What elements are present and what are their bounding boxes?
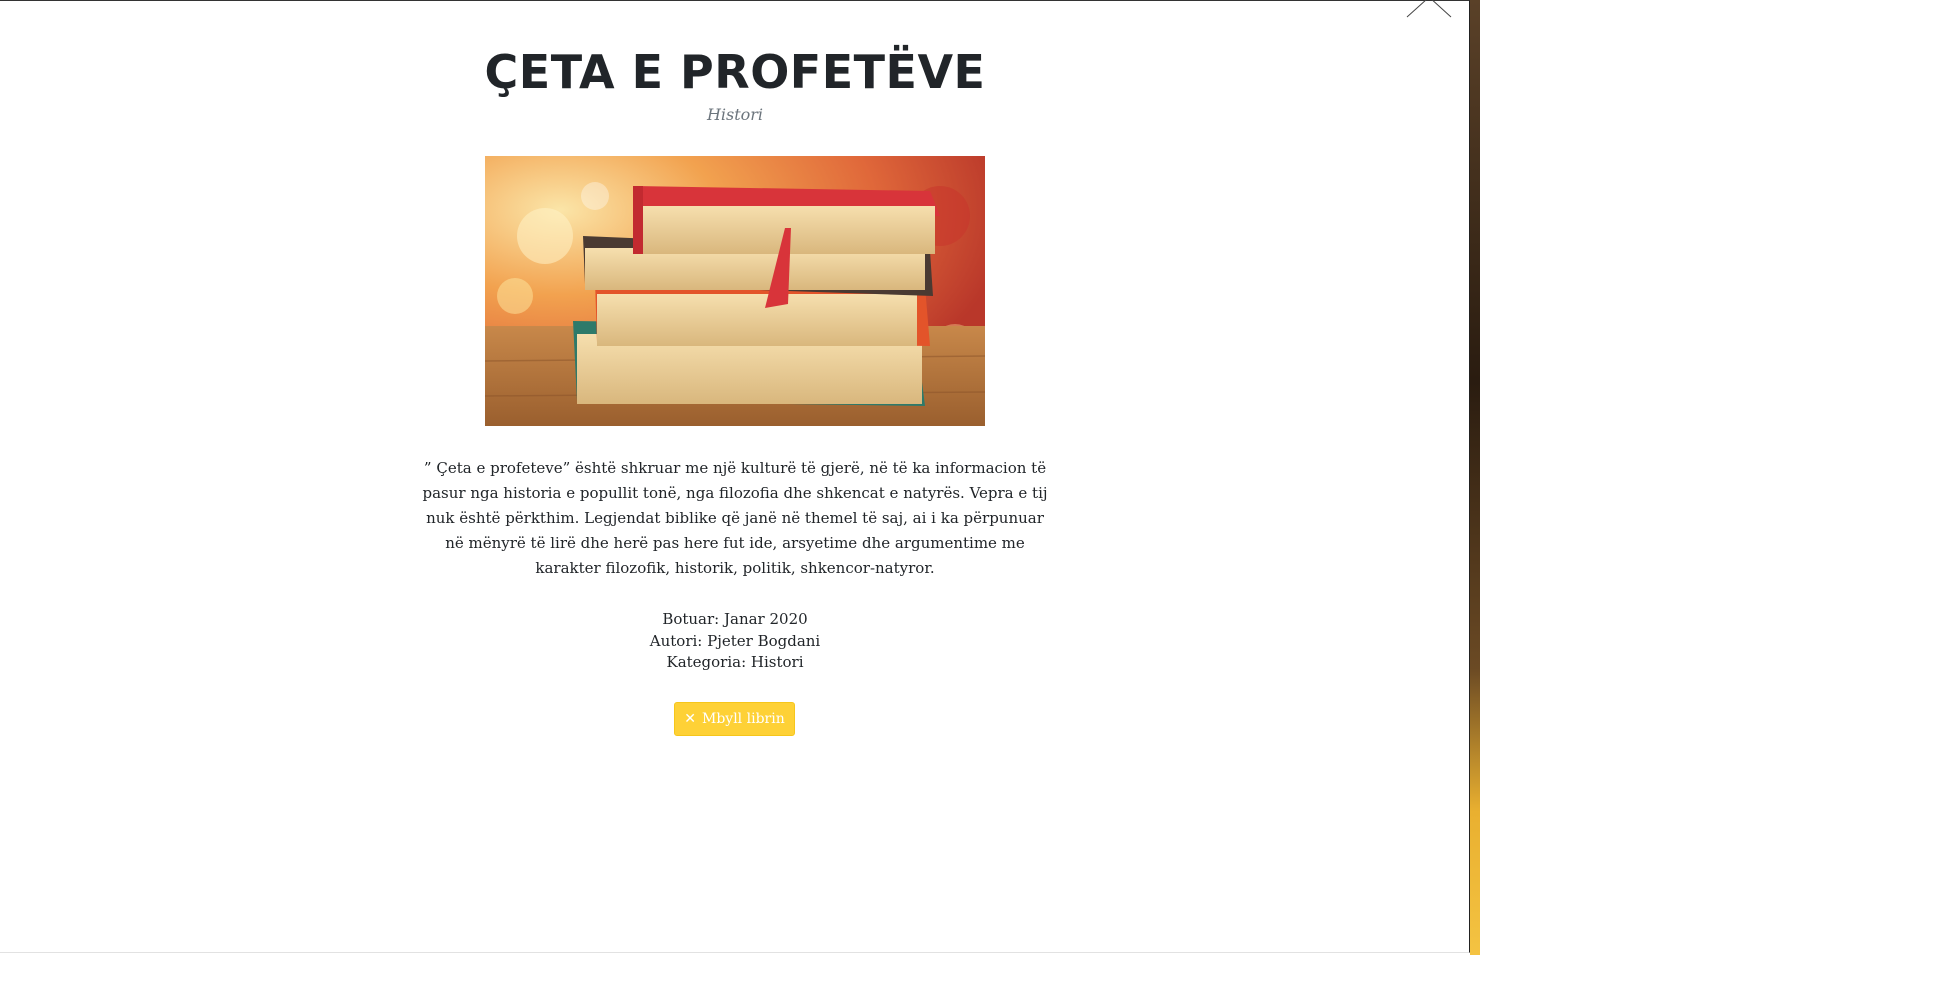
book-description: ” Çeta e profeteve” është shkruar me një… [422,459,1048,577]
category: Kategoria: Histori [666,653,804,671]
modal-title: ÇETA E PROFETËVE [484,45,986,99]
book-modal: ÇETA E PROFETËVE Histori ” Çeta e profet… [0,0,1470,953]
book-meta: Botuar: Janar 2020 Autori: Pjeter Bogdan… [0,609,1470,674]
page-backdrop [1470,0,1480,955]
published-date: Botuar: Janar 2020 [662,610,808,628]
close-icon[interactable] [1405,0,1453,19]
modal-subtitle: Histori [706,105,764,124]
book-cover-image [485,156,985,426]
close-book-label: Mbyll librin [702,711,785,727]
books-illustration [485,156,985,426]
author: Autori: Pjeter Bogdani [649,631,821,650]
close-book-button[interactable]: ✕ Mbyll librin [674,702,795,736]
times-icon: ✕ [684,711,696,727]
